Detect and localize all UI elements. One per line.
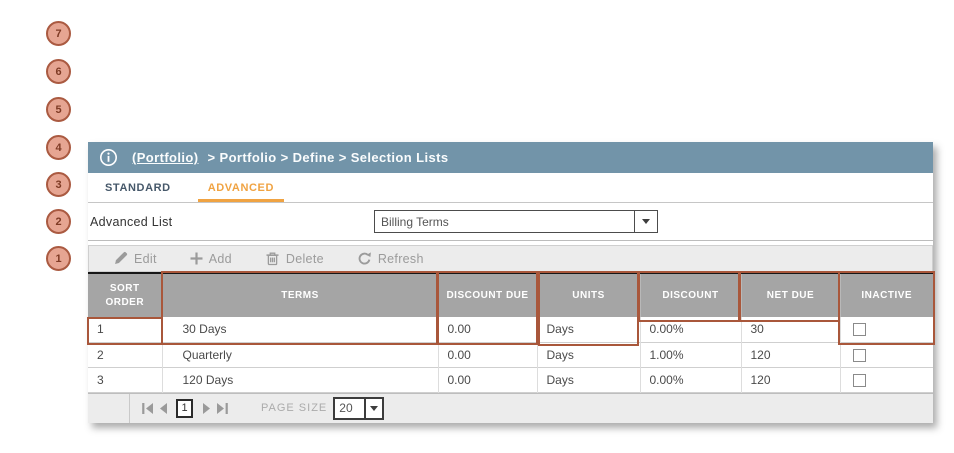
column-header-sort-order: SORT ORDER	[88, 273, 163, 317]
page-size-label: PAGE SIZE	[261, 402, 328, 414]
breadcrumb-portfolio-link[interactable]: (Portfolio)	[132, 150, 199, 165]
cell-discount: 0.00%	[640, 317, 742, 342]
cell-inactive	[840, 367, 933, 392]
breadcrumb-bar: (Portfolio) > Portfolio > Define > Selec…	[88, 142, 933, 173]
current-page-box[interactable]: 1	[176, 398, 193, 418]
pencil-icon	[115, 251, 128, 264]
tab-standard[interactable]: STANDARD	[95, 173, 181, 202]
annotation-circle-3: 3	[46, 172, 71, 197]
column-header-inactive: INACTIVE	[861, 289, 913, 301]
advanced-list-label: Advanced List	[90, 214, 173, 229]
edit-button[interactable]: Edit	[113, 251, 157, 266]
cell-sort-order: 1	[88, 317, 163, 342]
info-icon	[99, 148, 118, 167]
next-page-button[interactable]	[199, 400, 213, 416]
inactive-checkbox[interactable]	[852, 323, 866, 337]
annotation-circle-4: 4	[46, 135, 71, 160]
previous-page-icon	[159, 402, 167, 414]
table-row[interactable]: 1 30 Days 0.00 Days 0.00% 30	[88, 317, 933, 342]
column-header-terms: TERMS	[162, 273, 439, 317]
chevron-down-icon	[370, 405, 379, 411]
cell-discount: 1.00%	[640, 342, 742, 367]
refresh-button-label: Refresh	[377, 251, 424, 266]
table-row[interactable]: 3 120 Days 0.00 Days 0.00% 120	[88, 367, 933, 392]
first-page-icon	[141, 402, 153, 414]
breadcrumb: (Portfolio) > Portfolio > Define > Selec…	[132, 150, 448, 165]
advanced-list-dropdown[interactable]: Billing Terms	[374, 210, 658, 233]
inactive-checkbox[interactable]	[852, 373, 866, 387]
grid-header: SORT ORDER TERMS DISCOUNT DUE UNITS DISC…	[88, 273, 933, 317]
screen: 7 6 5 4 3 2 1 (Portfolio) > Portfolio > …	[0, 0, 954, 453]
previous-page-button[interactable]	[156, 400, 170, 416]
add-button[interactable]: Add	[190, 252, 232, 266]
delete-button[interactable]: Delete	[265, 251, 324, 266]
next-page-icon	[202, 402, 210, 414]
cell-terms: 120 Days	[162, 367, 439, 392]
cell-inactive	[840, 317, 933, 342]
tab-bar: STANDARD ADVANCED	[88, 173, 933, 203]
cell-discount-due: 0.00	[438, 367, 538, 392]
advanced-list-row: Advanced List Billing Terms	[88, 203, 933, 241]
annotation-circle-6: 6	[46, 59, 71, 84]
cell-sort-order: 2	[88, 342, 163, 367]
advanced-list-dropdown-button[interactable]	[634, 211, 657, 232]
page-size-dropdown[interactable]: 20	[333, 396, 385, 420]
column-header-discount: DISCOUNT	[640, 273, 742, 317]
billing-terms-grid: SORT ORDER TERMS DISCOUNT DUE UNITS DISC…	[88, 272, 933, 393]
delete-button-label: Delete	[285, 251, 324, 266]
last-page-button[interactable]	[215, 400, 229, 416]
breadcrumb-trail: > Portfolio > Define > Selection Lists	[207, 150, 449, 165]
selection-lists-panel: (Portfolio) > Portfolio > Define > Selec…	[88, 142, 933, 423]
cell-units: Days	[537, 342, 641, 367]
inactive-checkbox[interactable]	[852, 348, 866, 362]
annotation-circle-1: 1	[46, 246, 71, 271]
page-size-dropdown-button[interactable]	[364, 398, 382, 418]
add-button-label: Add	[208, 251, 232, 266]
cell-net-due: 120	[741, 342, 841, 367]
advanced-list-dropdown-value: Billing Terms	[381, 215, 449, 229]
cell-units: Days	[537, 367, 641, 392]
page-size-value: 20	[339, 401, 353, 415]
cell-units: Days	[537, 317, 641, 342]
table-row[interactable]: 2 Quarterly 0.00 Days 1.00% 120	[88, 342, 933, 367]
edit-button-label: Edit	[134, 251, 157, 266]
cell-inactive	[840, 342, 933, 367]
first-page-button[interactable]	[140, 400, 154, 416]
pager-controls: 1	[139, 398, 230, 418]
cell-sort-order: 3	[88, 367, 163, 392]
tab-advanced[interactable]: ADVANCED	[198, 173, 284, 202]
annotation-circle-2: 2	[46, 209, 71, 234]
cell-discount-due: 0.00	[438, 342, 538, 367]
column-header-discount-due: DISCOUNT DUE	[438, 273, 538, 317]
refresh-button[interactable]: Refresh	[357, 251, 424, 266]
pager-spacer	[88, 393, 130, 423]
cell-discount-due: 0.00	[438, 317, 538, 342]
last-page-icon	[216, 402, 228, 414]
annotation-circle-7: 7	[46, 21, 71, 46]
plus-icon	[190, 252, 203, 265]
cell-terms: Quarterly	[162, 342, 439, 367]
grid-toolbar: Edit Add Delete Refresh	[88, 245, 933, 272]
column-header-net-due: NET DUE	[741, 273, 841, 317]
refresh-icon	[358, 252, 371, 265]
cell-discount: 0.00%	[640, 367, 742, 392]
cell-net-due: 30	[741, 317, 841, 342]
cell-net-due: 120	[741, 367, 841, 392]
chevron-down-icon	[642, 219, 650, 224]
annotation-circle-5: 5	[46, 97, 71, 122]
cell-terms: 30 Days	[162, 317, 439, 342]
trash-icon	[266, 252, 279, 266]
grid-pager-bar: 1 PAGE SIZE 20	[88, 392, 933, 423]
column-header-units: UNITS	[537, 273, 641, 317]
